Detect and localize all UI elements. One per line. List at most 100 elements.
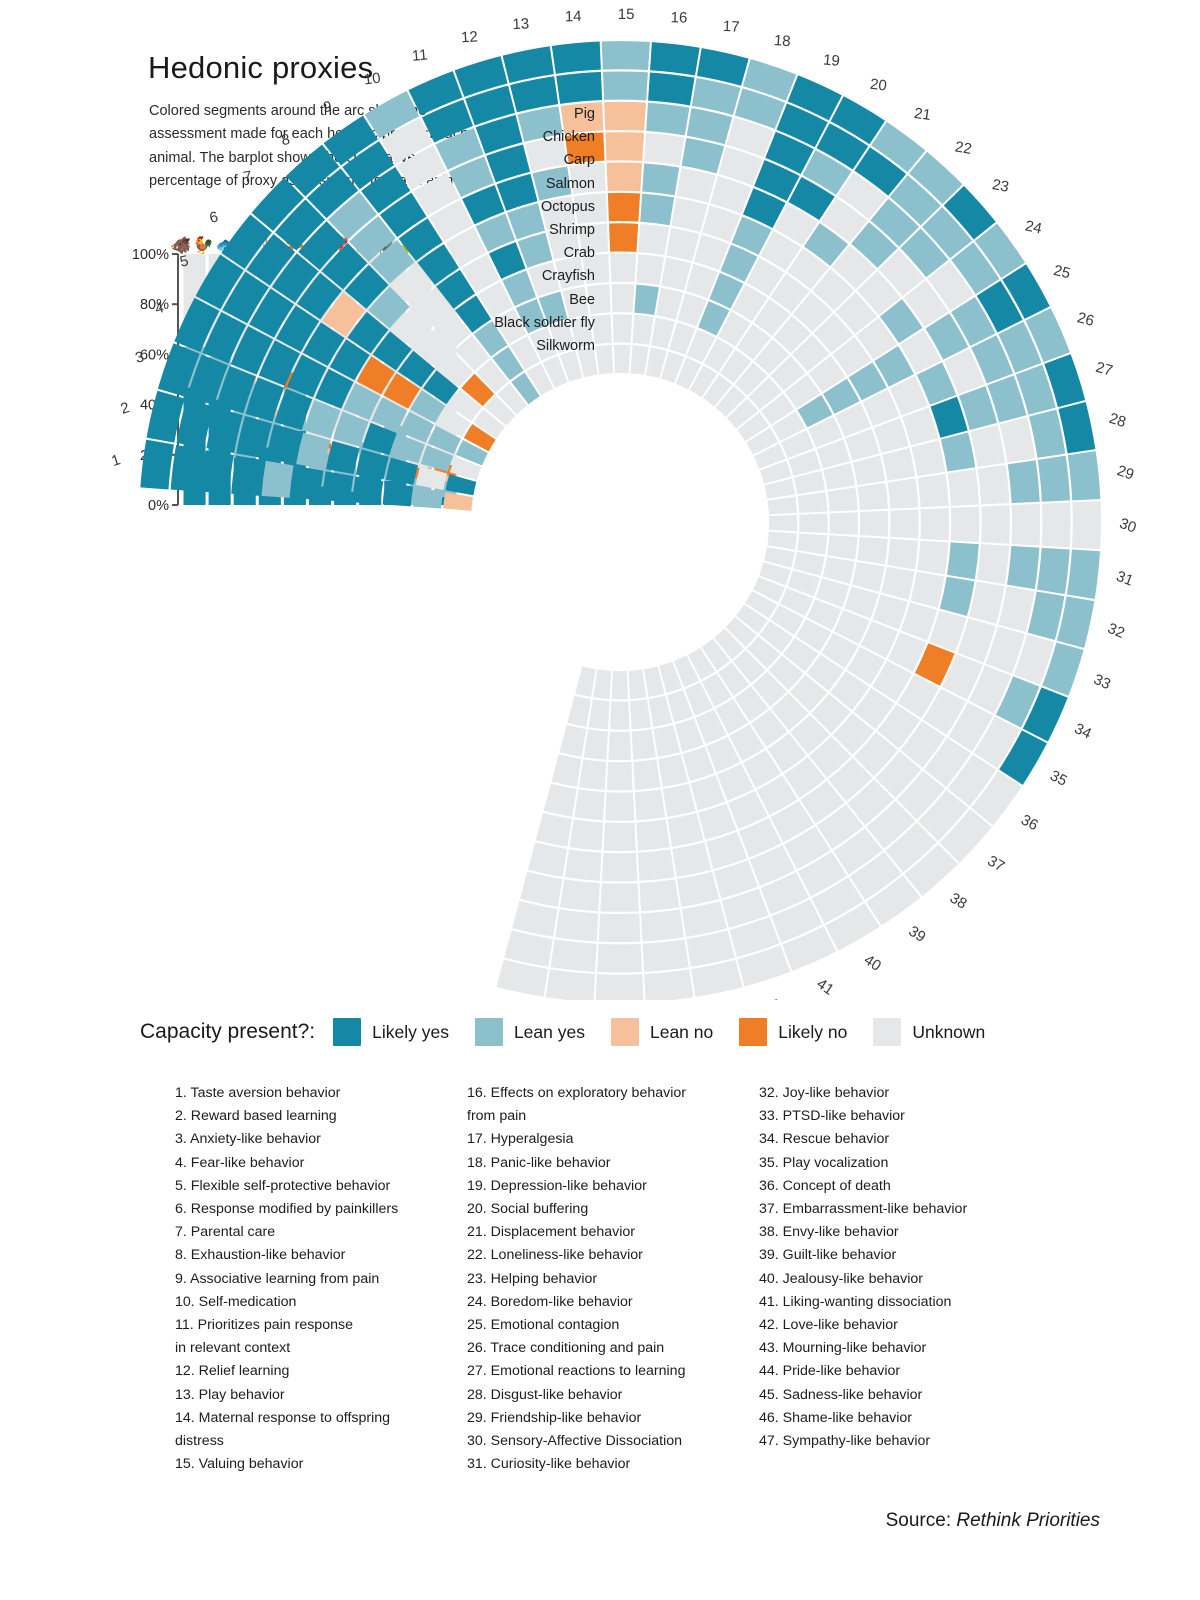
- radial-cell[interactable]: [613, 344, 631, 374]
- radial-cell[interactable]: [550, 939, 597, 972]
- radial-cell[interactable]: [555, 909, 599, 942]
- radial-cell[interactable]: [637, 849, 675, 881]
- radial-cell[interactable]: [950, 506, 980, 543]
- radial-cell[interactable]: [640, 193, 675, 226]
- radial-cell[interactable]: [1072, 501, 1101, 550]
- radial-cell[interactable]: [564, 849, 602, 881]
- radial-cell[interactable]: [559, 724, 587, 757]
- radial-cell[interactable]: [578, 759, 607, 790]
- legend-item[interactable]: Unknown: [873, 1018, 985, 1046]
- radial-cell[interactable]: [607, 192, 641, 222]
- radial-cell[interactable]: [940, 432, 976, 472]
- radial-cell[interactable]: [611, 284, 635, 313]
- radial-cell[interactable]: [642, 939, 689, 972]
- radial-cell[interactable]: [612, 314, 633, 343]
- radial-cell[interactable]: [630, 345, 649, 375]
- radial-cell[interactable]: [628, 669, 647, 699]
- radial-cell[interactable]: [882, 447, 916, 481]
- radial-cell[interactable]: [608, 731, 632, 760]
- radial-cell[interactable]: [601, 852, 638, 882]
- radial-cell[interactable]: [567, 695, 591, 727]
- radial-cell[interactable]: [827, 487, 858, 512]
- radial-cell[interactable]: [658, 754, 688, 787]
- radial-cell[interactable]: [574, 789, 605, 821]
- radial-cell[interactable]: [852, 455, 886, 486]
- radial-cell[interactable]: [443, 492, 473, 511]
- radial-cell[interactable]: [981, 505, 1010, 544]
- radial-cell[interactable]: [606, 162, 643, 192]
- radial-cell[interactable]: [583, 729, 608, 760]
- radial-cell[interactable]: [767, 496, 798, 515]
- radial-cell[interactable]: [797, 533, 828, 555]
- radial-cell[interactable]: [1067, 451, 1101, 501]
- radial-cell[interactable]: [595, 344, 614, 375]
- radial-cell[interactable]: [598, 913, 641, 943]
- radial-cell[interactable]: [686, 107, 733, 145]
- radial-cell[interactable]: [970, 424, 1006, 467]
- radial-cell[interactable]: [999, 417, 1036, 463]
- radial-cell[interactable]: [559, 879, 600, 912]
- radial-cell[interactable]: [556, 71, 603, 104]
- radial-cell[interactable]: [545, 969, 596, 1000]
- radial-cell[interactable]: [322, 471, 354, 503]
- radial-cell[interactable]: [857, 537, 888, 565]
- radial-cell[interactable]: [851, 561, 885, 592]
- legend-item[interactable]: Likely no: [739, 1018, 847, 1046]
- radial-cell[interactable]: [1066, 549, 1101, 600]
- radial-cell[interactable]: [382, 481, 414, 507]
- radial-cell[interactable]: [634, 284, 659, 315]
- radial-cell[interactable]: [827, 535, 858, 560]
- radial-cell[interactable]: [610, 701, 630, 730]
- radial-cell[interactable]: [681, 901, 727, 937]
- radial-cell[interactable]: [767, 531, 797, 550]
- radial-cell[interactable]: [593, 669, 612, 699]
- radial-cell[interactable]: [231, 455, 264, 496]
- radial-cell[interactable]: [600, 883, 639, 912]
- radial-cell[interactable]: [917, 540, 949, 575]
- radial-cell[interactable]: [140, 439, 174, 490]
- radial-cell[interactable]: [661, 257, 692, 291]
- radial-cell[interactable]: [236, 415, 273, 459]
- radial-cell[interactable]: [633, 759, 661, 790]
- radial-cell[interactable]: [829, 512, 858, 535]
- radial-cell[interactable]: [296, 432, 331, 469]
- radial-cell[interactable]: [632, 314, 654, 345]
- radial-cell[interactable]: [575, 666, 596, 697]
- legend-item[interactable]: Likely yes: [333, 1018, 449, 1046]
- radial-cell[interactable]: [266, 424, 302, 464]
- radial-cell[interactable]: [502, 46, 554, 83]
- radial-cell[interactable]: [1029, 409, 1066, 458]
- radial-cell[interactable]: [646, 102, 690, 136]
- radial-cell[interactable]: [1036, 547, 1070, 595]
- radial-cell[interactable]: [797, 492, 828, 513]
- radial-cell[interactable]: [686, 930, 735, 967]
- radial-cell[interactable]: [676, 871, 720, 907]
- radial-cell[interactable]: [644, 969, 694, 1000]
- radial-cell[interactable]: [969, 581, 1005, 624]
- legend-item[interactable]: Lean yes: [474, 1018, 585, 1046]
- radial-cell[interactable]: [977, 464, 1010, 505]
- radial-cell[interactable]: [261, 460, 294, 498]
- radial-cell[interactable]: [887, 478, 919, 509]
- radial-cell[interactable]: [947, 469, 980, 506]
- radial-cell[interactable]: [291, 466, 324, 501]
- radial-cell[interactable]: [170, 444, 204, 492]
- radial-cell[interactable]: [631, 729, 656, 760]
- radial-cell[interactable]: [605, 792, 635, 821]
- radial-cell[interactable]: [857, 482, 889, 511]
- radial-cell[interactable]: [569, 819, 604, 851]
- radial-cell[interactable]: [768, 514, 798, 532]
- radial-cell[interactable]: [520, 871, 563, 907]
- radial-cell[interactable]: [527, 842, 568, 877]
- radial-cell[interactable]: [641, 909, 685, 942]
- radial-cell[interactable]: [611, 670, 628, 700]
- radial-cell[interactable]: [1027, 591, 1065, 641]
- radial-cell[interactable]: [1041, 502, 1071, 548]
- radial-cell[interactable]: [604, 101, 646, 131]
- radial-cell[interactable]: [799, 513, 828, 534]
- radial-cell[interactable]: [917, 473, 949, 508]
- radial-cell[interactable]: [551, 754, 582, 787]
- radial-cell[interactable]: [910, 571, 945, 608]
- radial-cell[interactable]: [1007, 460, 1040, 504]
- radial-cell[interactable]: [947, 542, 979, 580]
